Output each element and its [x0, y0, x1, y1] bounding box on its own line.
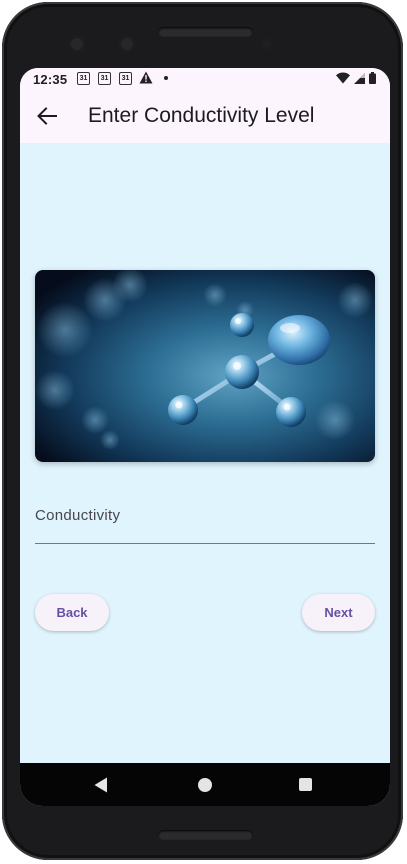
- bottom-speaker: [158, 830, 253, 840]
- signal-icon: [354, 72, 365, 84]
- calendar-icon: 31: [77, 72, 90, 85]
- conductivity-label: Conductivity: [35, 507, 121, 524]
- page-title: Enter Conductivity Level: [88, 104, 315, 127]
- app-bar: Enter Conductivity Level: [20, 90, 390, 143]
- conductivity-field[interactable]: Conductivity: [35, 500, 375, 544]
- status-icons: [336, 72, 376, 84]
- molecule-illustration: [35, 270, 375, 462]
- front-sensor: [118, 35, 136, 53]
- dot-icon: [164, 76, 168, 80]
- arrow-left-icon[interactable]: [36, 105, 58, 127]
- back-button[interactable]: Back: [35, 594, 109, 631]
- nav-home-icon[interactable]: [198, 778, 212, 792]
- nav-back-icon[interactable]: [94, 777, 108, 793]
- front-camera: [68, 35, 86, 53]
- nav-recents-icon[interactable]: [299, 778, 312, 791]
- earpiece-speaker: [158, 27, 253, 37]
- next-button[interactable]: Next: [302, 594, 375, 631]
- status-time: 12:35: [33, 72, 68, 87]
- screen: 12:35 31 31 31 Enter Conductivity Level …: [20, 68, 390, 806]
- field-underline: [35, 543, 375, 544]
- calendar-icon: 31: [119, 72, 132, 85]
- proximity-sensor: [261, 38, 273, 50]
- phone-frame: 12:35 31 31 31 Enter Conductivity Level …: [2, 2, 403, 860]
- warning-icon: [139, 71, 153, 84]
- wifi-icon: [336, 72, 350, 84]
- status-bar: 12:35 31 31 31: [20, 68, 390, 90]
- battery-icon: [369, 72, 376, 84]
- calendar-icon: 31: [98, 72, 111, 85]
- system-navigation-bar: [20, 763, 390, 806]
- molecule-image: [35, 270, 375, 462]
